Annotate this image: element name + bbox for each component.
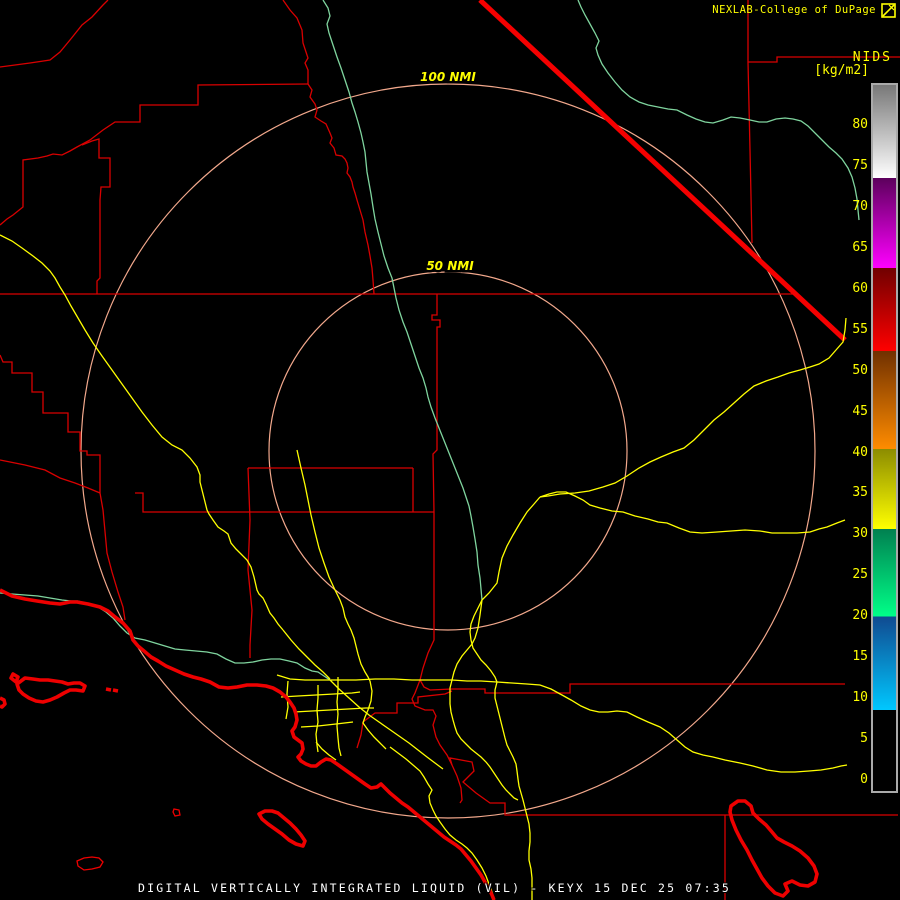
county-line — [0, 460, 100, 493]
highway — [540, 492, 845, 533]
colorbar-tick-10: 10 — [838, 691, 868, 704]
highway — [301, 722, 353, 727]
highway — [281, 692, 360, 697]
river — [578, 0, 859, 220]
county-line — [412, 680, 462, 803]
colorbar-tick-30: 30 — [838, 527, 868, 540]
colorbar-tick-60: 60 — [838, 282, 868, 295]
county-boundaries — [0, 0, 900, 900]
county-line — [450, 758, 898, 815]
rivers — [0, 0, 859, 680]
colorbar-tick-80: 80 — [838, 118, 868, 131]
highway — [283, 630, 330, 679]
county-line — [452, 684, 845, 693]
state-border-ca-nv — [480, 0, 845, 340]
island-san-nicolas — [77, 857, 103, 870]
highway — [540, 318, 846, 497]
radar-map[interactable]: 100 NMI 50 NMI — [0, 0, 900, 900]
colorbar-tick-50: 50 — [838, 364, 868, 377]
island-santa-catalina — [259, 811, 305, 846]
product-caption: DIGITAL VERTICALLY INTEGRATED LIQUID (VI… — [138, 881, 731, 895]
colorbar-tick-15: 15 — [838, 650, 868, 663]
highway — [450, 680, 518, 800]
island-left-edge — [0, 698, 5, 707]
colorbar-tick-5: 5 — [838, 732, 868, 745]
colorbar-tick-45: 45 — [838, 405, 868, 418]
river — [323, 0, 482, 600]
island-santa-cruz — [11, 674, 85, 702]
units-label: [kg/m2] — [814, 63, 869, 78]
county-line — [248, 468, 413, 658]
highways — [0, 235, 847, 900]
highway — [363, 681, 386, 749]
county-line — [308, 84, 374, 294]
county-line — [0, 0, 108, 67]
range-ring-label-50: 50 NMI — [426, 259, 474, 273]
county-line — [0, 84, 308, 225]
county-line — [82, 139, 110, 294]
island-anacapa — [106, 689, 118, 691]
colorbar-tick-20: 20 — [838, 609, 868, 622]
county-line — [283, 0, 308, 84]
county-line — [135, 493, 434, 512]
county-line — [0, 355, 125, 620]
highway — [452, 600, 482, 680]
range-ring-label-100: 100 NMI — [420, 70, 476, 84]
nexlab-logo-icon — [881, 3, 896, 18]
island-santa-barbara — [173, 809, 180, 816]
radar-display: 100 NMI 50 NMI NEXLAB-College of DuPage … — [0, 0, 900, 900]
highway — [277, 675, 452, 680]
colorbar-tick-25: 25 — [838, 568, 868, 581]
colorbar-tick-65: 65 — [838, 241, 868, 254]
highway — [390, 747, 494, 900]
coastline — [0, 590, 494, 900]
colorbar-tick-70: 70 — [838, 200, 868, 213]
colorbar-gradient — [873, 85, 896, 791]
colorbar-tick-40: 40 — [838, 446, 868, 459]
brand-title: NEXLAB-College of DuPage — [712, 4, 876, 16]
colorbar-tick-0: 0 — [838, 773, 868, 786]
county-line — [420, 294, 452, 690]
colorbar-tick-55: 55 — [838, 323, 868, 336]
highway — [297, 450, 370, 681]
colorbar — [871, 83, 898, 793]
colorbar-tick-35: 35 — [838, 486, 868, 499]
highway — [495, 682, 532, 900]
colorbar-tick-75: 75 — [838, 159, 868, 172]
coastline-group — [0, 590, 817, 900]
highway — [482, 497, 540, 600]
